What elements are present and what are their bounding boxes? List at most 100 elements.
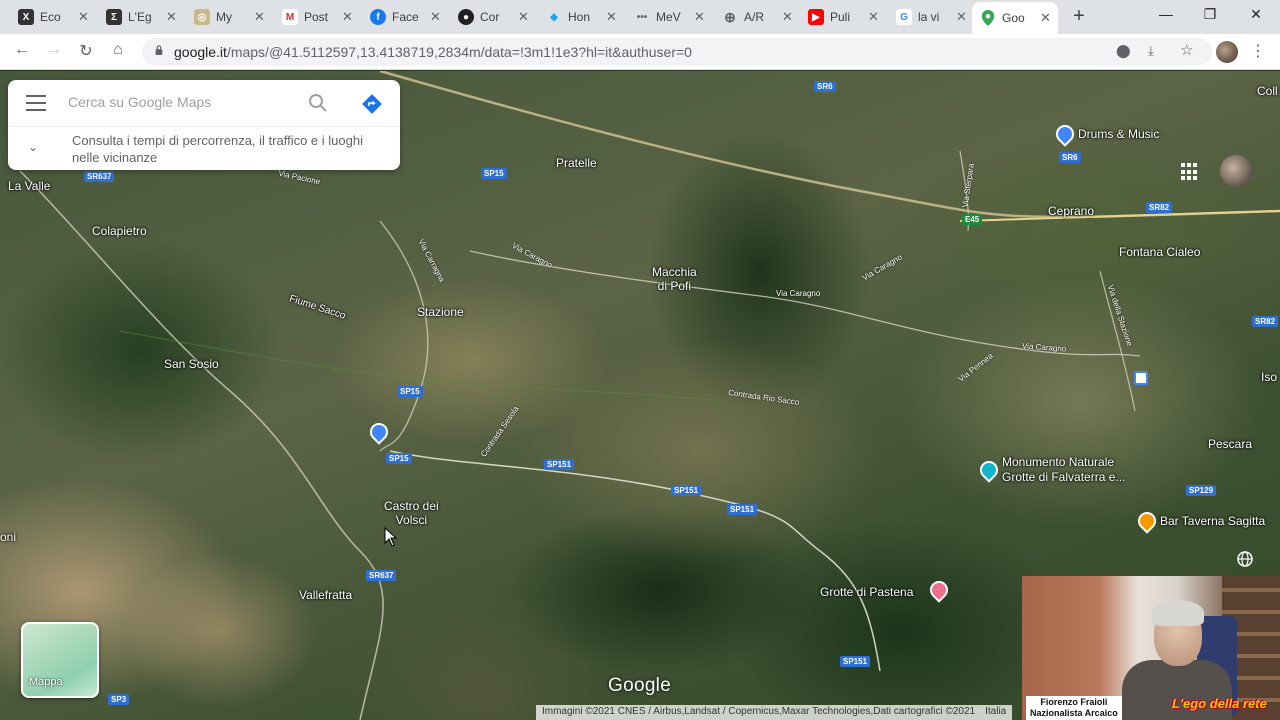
place-colapietro[interactable]: Colapietro bbox=[92, 224, 147, 238]
close-tab-icon[interactable]: ✕ bbox=[254, 9, 265, 25]
tab-7[interactable]: ••• MeV ✕ bbox=[634, 4, 705, 30]
install-icon[interactable]: ⤓ bbox=[1148, 43, 1154, 59]
road-shield-sr6: SR6 bbox=[814, 81, 836, 92]
place-la-valle[interactable]: La Valle bbox=[8, 179, 50, 193]
park-pin-icon bbox=[976, 457, 1002, 483]
directions-icon[interactable] bbox=[360, 92, 384, 116]
tab-4[interactable]: f Face ✕ bbox=[370, 4, 441, 30]
browser-toolbar: ← → ↻ ⌂ google.it/maps/@41.5112597,13.41… bbox=[0, 34, 1280, 70]
menu-dots-icon[interactable]: ⋮ bbox=[1250, 41, 1266, 61]
tab-6[interactable]: ◆ Hon ✕ bbox=[546, 4, 617, 30]
close-tab-icon[interactable]: ✕ bbox=[430, 9, 441, 25]
tab-title: Cor bbox=[480, 10, 500, 24]
road-shield-sp15: SP15 bbox=[386, 453, 412, 464]
poi-grotte-pin[interactable] bbox=[926, 577, 952, 603]
close-tab-icon[interactable]: ✕ bbox=[782, 9, 793, 25]
train-station-icon bbox=[1134, 371, 1148, 385]
place-castro-dei-volsci[interactable]: Castro dei Volsci bbox=[384, 499, 439, 527]
google-apps-icon[interactable] bbox=[1181, 163, 1199, 181]
poi-station-marker[interactable] bbox=[1134, 371, 1148, 385]
close-tab-icon[interactable]: ✕ bbox=[694, 9, 705, 25]
poi-bar-taverna[interactable]: Bar Taverna Sagitta bbox=[1134, 508, 1265, 534]
place-pratelle[interactable]: Pratelle bbox=[556, 156, 597, 170]
lock-icon[interactable] bbox=[154, 45, 164, 55]
back-arrow-icon[interactable]: ← bbox=[11, 41, 33, 59]
tab-strip: X Eco ✕ Σ L'Eg ✕ ◎ My ✕ M Post ✕ f Face ✕ ● Cor ✕ ◆… bbox=[0, 0, 1280, 34]
tab-title: My bbox=[216, 10, 232, 24]
location-icon[interactable]: ⬤ bbox=[1116, 43, 1131, 59]
tab-title: Eco bbox=[40, 10, 61, 24]
profile-avatar[interactable] bbox=[1216, 41, 1238, 63]
tab-title: Puli bbox=[830, 10, 851, 24]
tab-favicon-icon: ● bbox=[458, 9, 474, 25]
forward-arrow-icon[interactable]: → bbox=[43, 41, 65, 59]
tab-title: Goo bbox=[1002, 11, 1025, 25]
tab-5[interactable]: ● Cor ✕ bbox=[458, 4, 529, 30]
road-shield-sr6: SR6 bbox=[1059, 152, 1081, 163]
place-oni[interactable]: oni bbox=[0, 530, 16, 544]
home-icon[interactable]: ⌂ bbox=[107, 41, 129, 59]
new-tab-button[interactable]: + bbox=[1068, 6, 1090, 26]
google-logo: Google bbox=[608, 675, 672, 696]
road-shield-sp15: SP15 bbox=[397, 386, 423, 397]
tab-favicon-icon: X bbox=[18, 9, 34, 25]
presenter-body bbox=[1122, 660, 1232, 720]
tab-3[interactable]: M Post ✕ bbox=[282, 4, 353, 30]
tab-favicon-icon: ••• bbox=[636, 11, 648, 23]
hamburger-menu-icon[interactable] bbox=[26, 95, 46, 111]
place-san-sosio[interactable]: San Sosio bbox=[164, 357, 219, 371]
account-avatar[interactable] bbox=[1220, 155, 1252, 187]
place-vallefratta[interactable]: Vallefratta bbox=[299, 588, 352, 602]
place-ceprano[interactable]: Ceprano bbox=[1048, 204, 1094, 218]
place-macchia-di-pofi[interactable]: Macchia di Pofi bbox=[652, 265, 697, 293]
minimize-button[interactable]: — bbox=[1156, 6, 1176, 22]
search-icon[interactable] bbox=[308, 93, 328, 113]
tab-2[interactable]: ◎ My ✕ bbox=[194, 4, 265, 30]
close-tab-icon[interactable]: ✕ bbox=[956, 9, 967, 25]
close-tab-icon[interactable]: ✕ bbox=[78, 9, 89, 25]
place-fontana-cialeo[interactable]: Fontana Cialeo bbox=[1119, 245, 1200, 259]
tab-9[interactable]: ▶ Puli ✕ bbox=[808, 4, 879, 30]
close-tab-icon[interactable]: ✕ bbox=[868, 9, 879, 25]
tab-1[interactable]: Σ L'Eg ✕ bbox=[106, 4, 177, 30]
search-input[interactable] bbox=[68, 91, 308, 113]
close-tab-icon[interactable]: ✕ bbox=[166, 9, 177, 25]
map-attribution: Immagini ©2021 CNES / Airbus,Landsat / C… bbox=[536, 705, 1013, 720]
close-tab-icon[interactable]: ✕ bbox=[518, 9, 529, 25]
poi-monumento-naturale[interactable]: Monumento Naturale Grotte di Falvaterra … bbox=[976, 455, 1125, 485]
place-iso[interactable]: Iso bbox=[1261, 370, 1277, 384]
place-pescara[interactable]: Pescara bbox=[1208, 437, 1252, 451]
road-shield-sp129: SP129 bbox=[1186, 485, 1217, 496]
facebook-icon: f bbox=[370, 9, 386, 25]
tab-active-maps[interactable]: Goo ✕ bbox=[972, 2, 1058, 34]
close-tab-icon[interactable]: ✕ bbox=[1040, 10, 1051, 26]
close-tab-icon[interactable]: ✕ bbox=[342, 9, 353, 25]
chevron-down-icon[interactable]: ⌄ bbox=[28, 140, 38, 154]
address-bar[interactable]: google.it/maps/@41.5112597,13.4138719,28… bbox=[142, 38, 1212, 66]
tab-8[interactable]: ⊕ A/R ✕ bbox=[722, 4, 793, 30]
road-shield-sp151: SP151 bbox=[840, 656, 871, 667]
reload-icon[interactable]: ↻ bbox=[75, 41, 97, 61]
tab-title: A/R bbox=[744, 10, 765, 24]
music-pin-icon bbox=[1052, 121, 1078, 147]
tab-title: Post bbox=[304, 10, 329, 24]
place-stazione[interactable]: Stazione bbox=[417, 305, 464, 319]
poi-castro-pin[interactable] bbox=[366, 419, 392, 445]
poi-drums-music[interactable]: Drums & Music bbox=[1052, 121, 1159, 147]
presenter-caption: Fiorenzo Fraioli Nazionalista Arcaico bbox=[1026, 696, 1122, 720]
globe-icon: ⊕ bbox=[724, 8, 736, 25]
bookmark-star-icon[interactable]: ☆ bbox=[1180, 41, 1193, 59]
close-tab-icon[interactable]: ✕ bbox=[606, 9, 617, 25]
globe-view-icon[interactable] bbox=[1236, 550, 1254, 568]
close-window-button[interactable]: ✕ bbox=[1246, 6, 1266, 23]
map-layer-toggle[interactable]: Mappa bbox=[21, 622, 99, 698]
tab-0[interactable]: X Eco ✕ bbox=[18, 4, 89, 30]
divider bbox=[8, 126, 400, 127]
place-grotte-di-pastena[interactable]: Grotte di Pastena bbox=[820, 585, 913, 599]
tab-10[interactable]: Gla vi ✕ bbox=[896, 4, 967, 30]
place-coll[interactable]: Coll bbox=[1257, 84, 1278, 98]
nearby-hint[interactable]: Consulta i tempi di percorrenza, il traf… bbox=[72, 132, 382, 166]
road-shield-sr637: SR637 bbox=[366, 570, 397, 581]
restore-button[interactable]: ❐ bbox=[1200, 6, 1220, 23]
url-text[interactable]: google.it/maps/@41.5112597,13.4138719,28… bbox=[174, 44, 692, 60]
